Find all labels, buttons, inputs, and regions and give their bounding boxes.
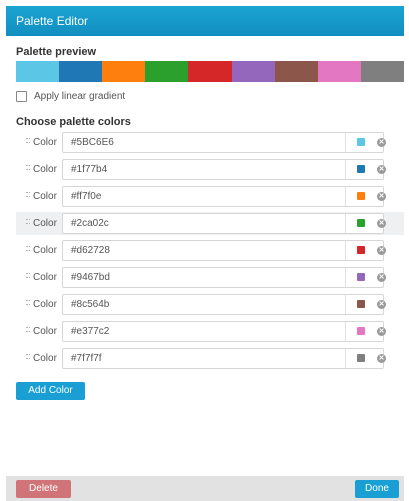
color-value-field[interactable]: #d62728 (62, 240, 384, 261)
preview-swatch (188, 61, 232, 82)
color-row: Color #ff7f0e ✕ (16, 185, 404, 208)
color-value[interactable]: #2ca02c (71, 214, 109, 233)
color-value[interactable]: #9467bd (71, 268, 110, 287)
color-value[interactable]: #e377c2 (71, 322, 109, 341)
preview-swatch (317, 61, 361, 82)
color-row-label: Color (33, 164, 57, 175)
field-divider (345, 187, 346, 206)
add-color-button[interactable]: Add Color (16, 382, 85, 400)
drag-handle-icon[interactable] (26, 245, 30, 255)
color-row: Color #8c564b ✕ (16, 293, 404, 316)
preview-swatch (59, 61, 103, 82)
field-divider (345, 160, 346, 179)
remove-color-icon[interactable]: ✕ (377, 165, 386, 174)
preview-swatch (16, 61, 60, 82)
color-chip[interactable] (357, 165, 365, 173)
color-row-label: Color (33, 137, 57, 148)
color-chip[interactable] (357, 354, 365, 362)
preview-swatch (145, 61, 189, 82)
color-value-field[interactable]: #9467bd (62, 267, 384, 288)
apply-gradient-option[interactable]: Apply linear gradient (16, 89, 125, 103)
remove-color-icon[interactable]: ✕ (377, 246, 386, 255)
color-chip[interactable] (357, 138, 365, 146)
color-chip[interactable] (357, 219, 365, 227)
choose-colors-label: Choose palette colors (16, 116, 131, 128)
color-chip[interactable] (357, 273, 365, 281)
color-row: Color #d62728 ✕ (16, 239, 404, 262)
drag-handle-icon[interactable] (26, 299, 30, 309)
color-chip[interactable] (357, 192, 365, 200)
color-row-label: Color (33, 353, 57, 364)
remove-color-icon[interactable]: ✕ (377, 138, 386, 147)
remove-color-icon[interactable]: ✕ (377, 192, 386, 201)
color-list: Color #5BC6E6 ✕ Color #1f77b4 ✕ Color #f… (16, 131, 404, 374)
color-row-label: Color (33, 245, 57, 256)
apply-gradient-label: Apply linear gradient (34, 90, 126, 102)
preview-swatch (102, 61, 146, 82)
color-value[interactable]: #ff7f0e (71, 187, 101, 206)
drag-handle-icon[interactable] (26, 326, 30, 336)
drag-handle-icon[interactable] (26, 218, 30, 228)
field-divider (345, 268, 346, 287)
color-row: Color #9467bd ✕ (16, 266, 404, 289)
preview-swatch (231, 61, 275, 82)
color-row: Color #e377c2 ✕ (16, 320, 404, 343)
done-button[interactable]: Done (355, 480, 399, 498)
delete-button[interactable]: Delete (16, 480, 71, 498)
field-divider (345, 214, 346, 233)
field-divider (345, 349, 346, 368)
color-value[interactable]: #7f7f7f (71, 349, 102, 368)
color-value-field[interactable]: #5BC6E6 (62, 132, 384, 153)
color-value-field[interactable]: #1f77b4 (62, 159, 384, 180)
color-chip[interactable] (357, 300, 365, 308)
color-chip[interactable] (357, 327, 365, 335)
preview-swatch (274, 61, 318, 82)
field-divider (345, 322, 346, 341)
remove-color-icon[interactable]: ✕ (377, 327, 386, 336)
color-value[interactable]: #1f77b4 (71, 160, 107, 179)
drag-handle-icon[interactable] (26, 272, 30, 282)
color-value-field[interactable]: #8c564b (62, 294, 384, 315)
color-value-field[interactable]: #2ca02c (62, 213, 384, 234)
footer-bar: Delete Done (6, 476, 404, 501)
remove-color-icon[interactable]: ✕ (377, 219, 386, 228)
drag-handle-icon[interactable] (26, 191, 30, 201)
color-row: Color #2ca02c ✕ (16, 212, 404, 235)
color-row: Color #1f77b4 ✕ (16, 158, 404, 181)
color-value[interactable]: #d62728 (71, 241, 110, 260)
color-chip[interactable] (357, 246, 365, 254)
field-divider (345, 133, 346, 152)
remove-color-icon[interactable]: ✕ (377, 354, 386, 363)
preview-swatch (360, 61, 404, 82)
field-divider (345, 241, 346, 260)
color-row: Color #7f7f7f ✕ (16, 347, 404, 370)
remove-color-icon[interactable]: ✕ (377, 300, 386, 309)
palette-preview (16, 61, 404, 82)
color-row-label: Color (33, 272, 57, 283)
drag-handle-icon[interactable] (26, 353, 30, 363)
color-row-label: Color (33, 326, 57, 337)
color-value-field[interactable]: #e377c2 (62, 321, 384, 342)
color-value-field[interactable]: #7f7f7f (62, 348, 384, 369)
color-row-label: Color (33, 299, 57, 310)
color-row-label: Color (33, 191, 57, 202)
drag-handle-icon[interactable] (26, 164, 30, 174)
drag-handle-icon[interactable] (26, 137, 30, 147)
field-divider (345, 295, 346, 314)
color-value-field[interactable]: #ff7f0e (62, 186, 384, 207)
window-title: Palette Editor (6, 6, 404, 36)
apply-gradient-checkbox[interactable] (16, 90, 27, 102)
color-row-label: Color (33, 218, 57, 229)
color-row: Color #5BC6E6 ✕ (16, 131, 404, 154)
color-value[interactable]: #8c564b (71, 295, 109, 314)
remove-color-icon[interactable]: ✕ (377, 273, 386, 282)
palette-preview-label: Palette preview (16, 46, 97, 58)
color-value[interactable]: #5BC6E6 (71, 133, 114, 152)
